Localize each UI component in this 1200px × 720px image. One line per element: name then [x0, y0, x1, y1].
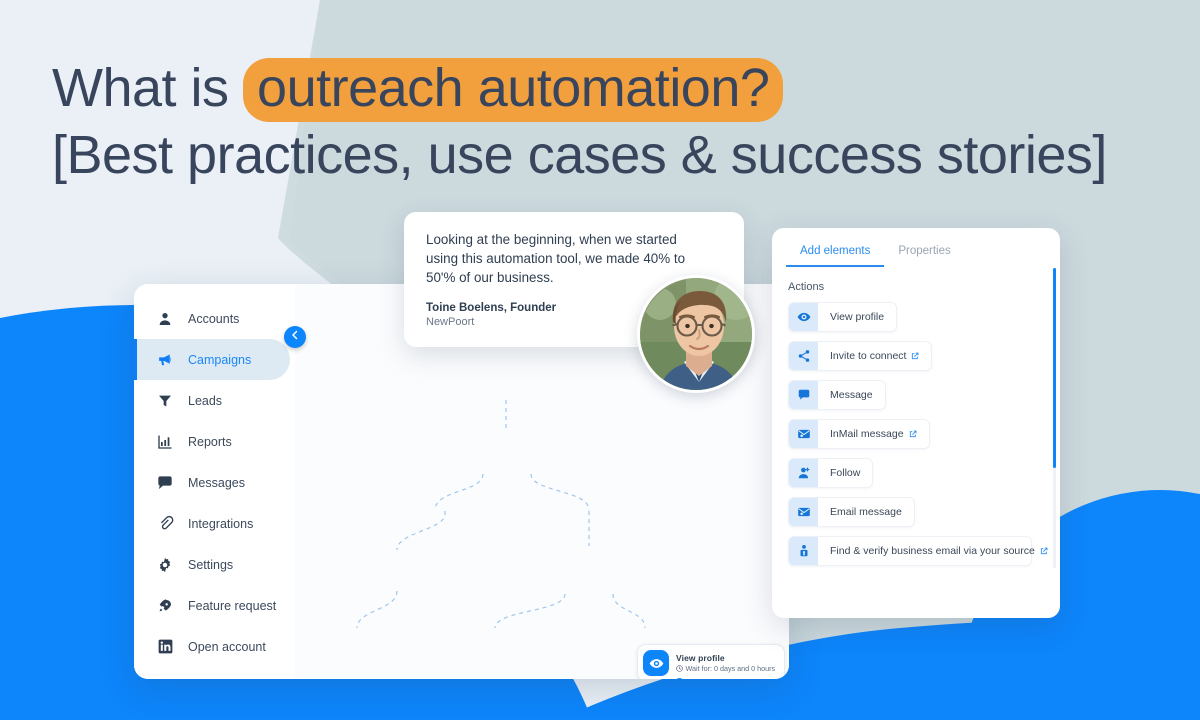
megaphone-icon	[156, 351, 174, 369]
action-label: Invite to connect	[830, 350, 907, 362]
sidebar-item-label: Leads	[188, 393, 223, 408]
panel-tabs: Add elements Properties	[772, 228, 1060, 267]
sidebar-item-reports[interactable]: Reports	[134, 421, 295, 462]
flow-node-title: View profile	[676, 653, 725, 663]
sidebar-item-campaigns[interactable]: Campaigns	[134, 339, 290, 380]
headline-line-2: [Best practices, use cases & success sto…	[52, 125, 1107, 185]
action-label: View profile	[830, 311, 885, 323]
follow-icon	[789, 459, 818, 487]
chat-bubble-icon	[156, 474, 174, 492]
sidebar-item-accounts[interactable]: Accounts	[134, 298, 295, 339]
action-follow[interactable]: Follow	[788, 458, 874, 488]
sidebar-item-label: Open account	[188, 639, 266, 654]
person-icon	[156, 310, 174, 328]
avatar	[637, 275, 755, 393]
panel-scrollbar-thumb[interactable]	[1053, 268, 1056, 468]
action-find-verify-business-email[interactable]: Find & verify business email via your so…	[788, 536, 1048, 566]
external-link-icon	[909, 430, 916, 438]
sidebar-item-leads[interactable]: Leads	[134, 380, 295, 421]
sidebar-item-label: Messages	[188, 475, 245, 490]
action-label: Find & verify business email via your so…	[830, 545, 1035, 557]
elements-panel: Add elements Properties Actions View pro…	[772, 228, 1060, 618]
external-link-icon	[912, 352, 919, 360]
sidebar-item-label: Integrations	[188, 516, 254, 531]
chat-bubble-icon	[789, 381, 818, 409]
flow-node-view-profile[interactable]: View profile Wait for: 0 days and 0 hour…	[637, 644, 786, 679]
sidebar-item-feature-request[interactable]: Feature request	[134, 585, 295, 626]
chevron-left-icon	[289, 328, 301, 346]
action-label: InMail message	[830, 428, 904, 440]
sidebar-item-label: Feature request	[188, 598, 277, 613]
sidebar-item-open-account[interactable]: Open account	[134, 626, 295, 667]
page-title: What is outreach automation? [Best pract…	[52, 55, 1107, 188]
bar-chart-icon	[156, 433, 174, 451]
action-label: Message	[830, 389, 873, 401]
sidebar-item-label: Accounts	[188, 311, 240, 326]
action-label: Email message	[830, 506, 902, 518]
paperclip-icon	[156, 515, 174, 533]
sidebar-item-messages[interactable]: Messages	[134, 462, 295, 503]
share-icon	[789, 342, 818, 370]
headline-highlight: outreach automation?	[243, 58, 784, 122]
rocket-icon	[156, 597, 174, 615]
panel-body: Actions View profile Invite to connect M…	[772, 267, 1060, 575]
testimonial-quote: Looking at the beginning, when we starte…	[426, 232, 686, 285]
gear-icon	[156, 556, 174, 574]
action-inmail-message[interactable]: InMail message	[788, 419, 930, 449]
eye-icon	[643, 650, 669, 676]
tab-properties[interactable]: Properties	[884, 240, 964, 267]
tab-add-elements[interactable]: Add elements	[786, 240, 885, 267]
action-view-profile[interactable]: View profile	[788, 302, 898, 332]
inmail-icon	[789, 498, 818, 526]
external-link-icon	[1040, 547, 1048, 555]
action-email-message[interactable]: Email message	[788, 497, 915, 527]
eye-icon	[789, 303, 818, 331]
sidebar-item-settings[interactable]: Settings	[134, 544, 295, 585]
section-title-actions: Actions	[788, 281, 825, 293]
headline-line-1: What is outreach automation?	[52, 55, 1107, 122]
sidebar-collapse-button[interactable]	[284, 326, 306, 348]
action-label: Follow	[830, 467, 861, 479]
action-invite-to-connect[interactable]: Invite to connect	[788, 341, 933, 371]
sidebar-item-label: Reports	[188, 434, 232, 449]
sidebar-item-label: Campaigns	[188, 352, 252, 367]
action-message[interactable]: Message	[788, 380, 886, 410]
person-check-icon	[789, 537, 818, 565]
funnel-icon	[156, 392, 174, 410]
sidebar-item-integrations[interactable]: Integrations	[134, 503, 295, 544]
sidebar-item-label: Settings	[188, 557, 234, 572]
flow-node-wait: Wait for: 0 days and 0 hours	[676, 664, 775, 673]
inmail-icon	[789, 420, 818, 448]
clock-icon	[676, 665, 683, 672]
headline-prefix: What is	[52, 58, 244, 118]
sidebar: Accounts Campaigns Leads Reports Message	[134, 284, 295, 679]
linkedin-icon	[156, 638, 174, 656]
